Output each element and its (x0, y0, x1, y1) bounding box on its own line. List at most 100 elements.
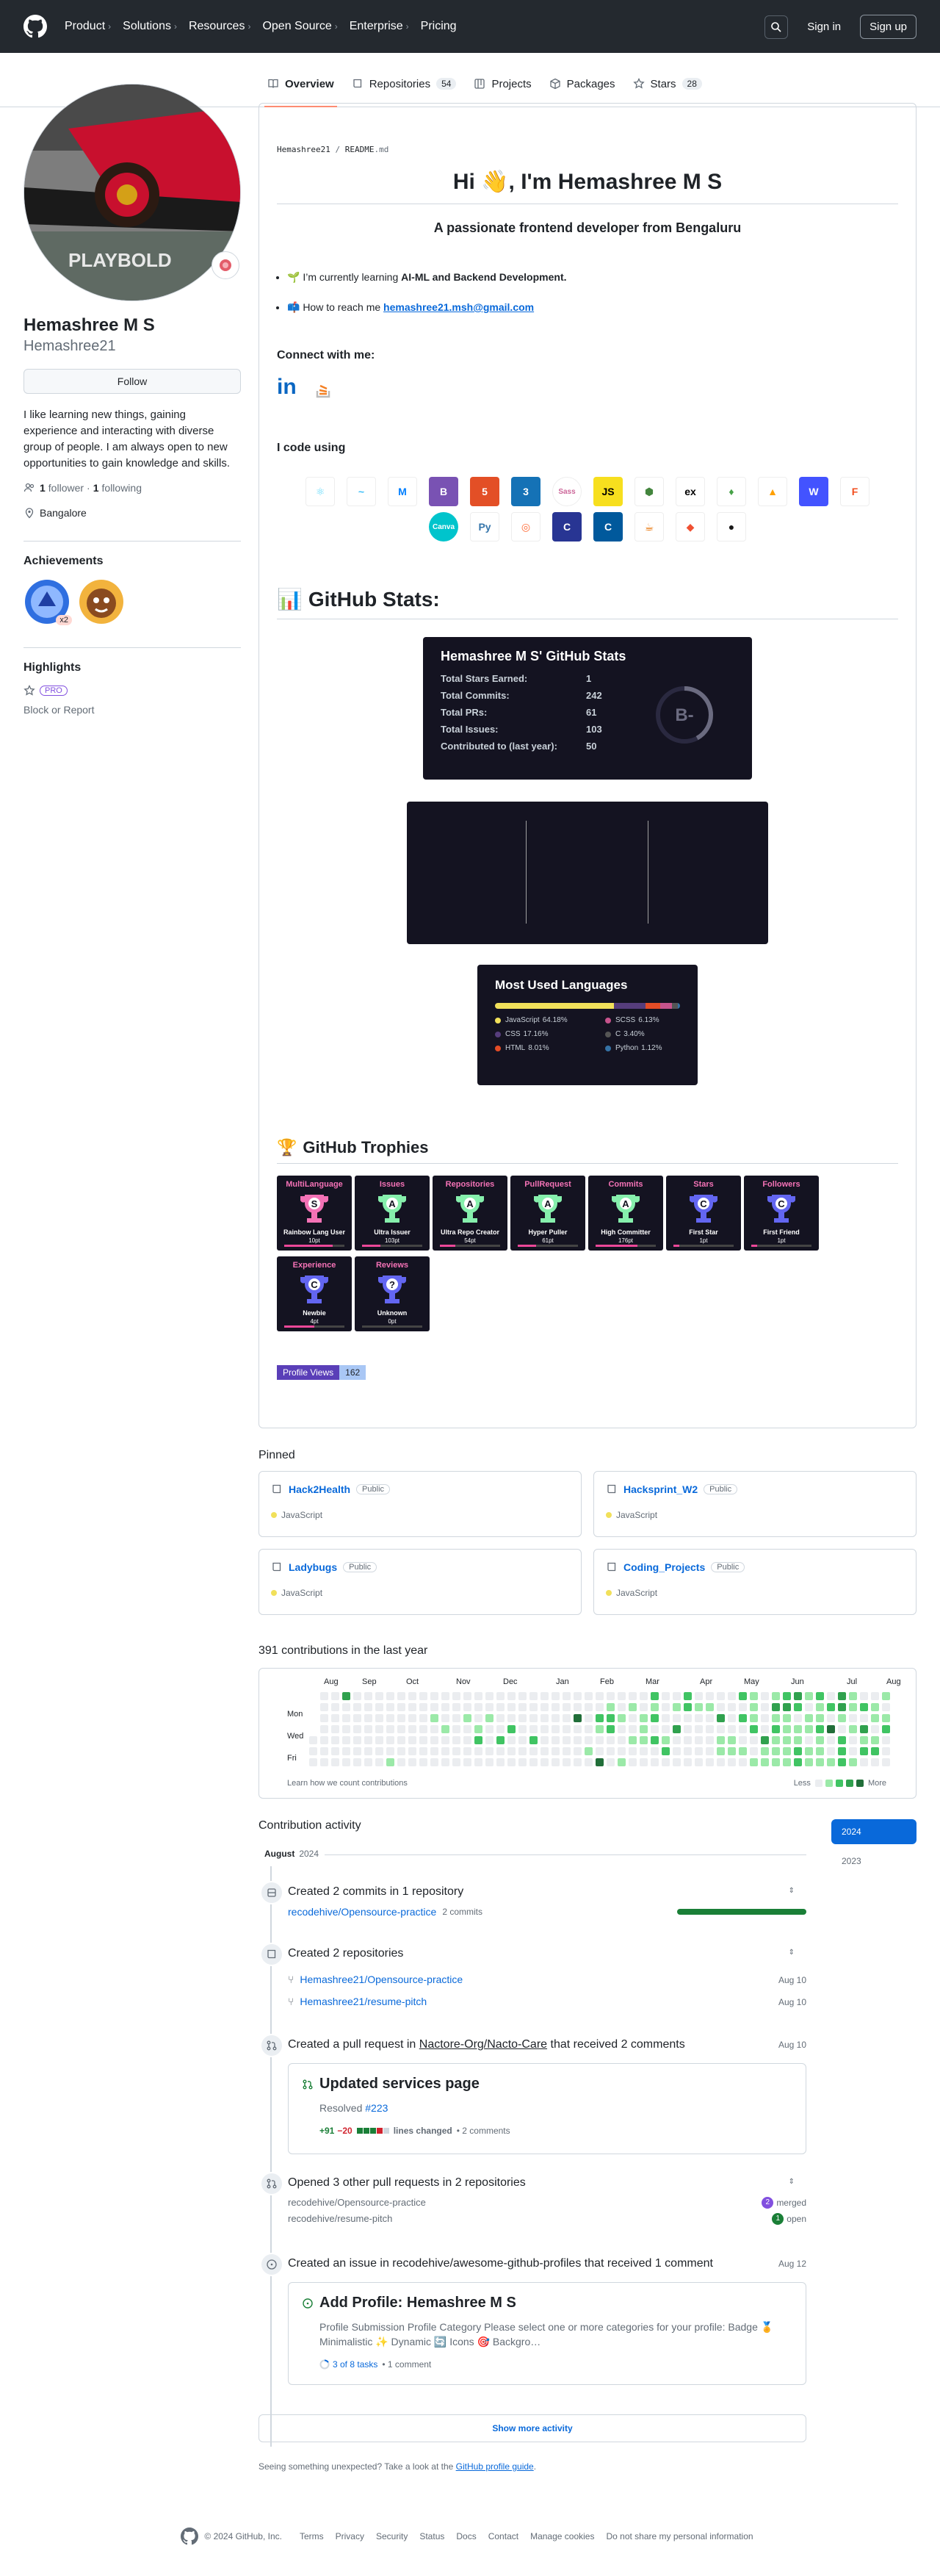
contribution-day-cell[interactable] (518, 1747, 527, 1755)
contribution-day-cell[interactable] (849, 1747, 857, 1755)
contribution-day-cell[interactable] (684, 1714, 692, 1722)
contribution-day-cell[interactable] (563, 1747, 571, 1755)
contribution-day-cell[interactable] (673, 1758, 681, 1766)
contribution-day-cell[interactable] (794, 1758, 802, 1766)
contribution-day-cell[interactable] (871, 1692, 879, 1700)
contribution-day-cell[interactable] (474, 1703, 482, 1711)
contribution-day-cell[interactable] (375, 1703, 383, 1711)
contribution-day-cell[interactable] (320, 1714, 328, 1722)
contribution-day-cell[interactable] (794, 1703, 802, 1711)
contribution-day-cell[interactable] (618, 1703, 626, 1711)
pinned-repo-link[interactable]: Hack2Health (289, 1483, 350, 1495)
contribution-day-cell[interactable] (860, 1703, 868, 1711)
contribution-day-cell[interactable] (772, 1725, 780, 1733)
tab-repositories[interactable]: Repositories 54 (343, 72, 466, 96)
contribution-day-cell[interactable] (441, 1714, 449, 1722)
contribution-day-cell[interactable] (882, 1703, 890, 1711)
contribution-day-cell[interactable] (684, 1703, 692, 1711)
contribution-day-cell[interactable] (408, 1758, 416, 1766)
contribution-day-cell[interactable] (408, 1736, 416, 1744)
contribution-day-cell[interactable] (320, 1736, 328, 1744)
contribution-day-cell[interactable] (618, 1725, 626, 1733)
contribution-day-cell[interactable] (651, 1747, 659, 1755)
contribution-day-cell[interactable] (540, 1747, 549, 1755)
search-button[interactable] (764, 15, 789, 39)
contribution-day-cell[interactable] (320, 1703, 328, 1711)
tab-stars[interactable]: Stars 28 (624, 72, 711, 96)
trophy-card[interactable]: Followers C First Friend 1pt (744, 1176, 819, 1251)
year-2024-button[interactable]: 2024 (831, 1819, 916, 1844)
contribution-day-cell[interactable] (871, 1703, 879, 1711)
contribution-day-cell[interactable] (386, 1703, 394, 1711)
contribution-day-cell[interactable] (783, 1725, 791, 1733)
contribution-day-cell[interactable] (618, 1736, 626, 1744)
contribution-day-cell[interactable] (419, 1758, 427, 1766)
contribution-day-cell[interactable] (761, 1736, 769, 1744)
contribution-day-cell[interactable] (882, 1736, 890, 1744)
contribution-day-cell[interactable] (739, 1703, 747, 1711)
contribution-day-cell[interactable] (607, 1692, 615, 1700)
contribution-day-cell[interactable] (640, 1758, 648, 1766)
contribution-day-cell[interactable] (662, 1725, 670, 1733)
contribution-day-cell[interactable] (717, 1725, 725, 1733)
contribution-day-cell[interactable] (607, 1747, 615, 1755)
contribution-day-cell[interactable] (794, 1692, 802, 1700)
contribution-day-cell[interactable] (717, 1758, 725, 1766)
contribution-day-cell[interactable] (794, 1714, 802, 1722)
trophy-card[interactable]: Stars C First Star 1pt (666, 1176, 741, 1251)
contribution-day-cell[interactable] (816, 1703, 824, 1711)
contribution-day-cell[interactable] (827, 1692, 835, 1700)
contribution-day-cell[interactable] (386, 1736, 394, 1744)
contribution-day-cell[interactable] (816, 1725, 824, 1733)
trophy-card[interactable]: PullRequest A Hyper Puller 61pt (510, 1176, 585, 1251)
footer-cookies-link[interactable]: Manage cookies (530, 2531, 594, 2541)
tab-projects[interactable]: Projects (465, 72, 540, 96)
contribution-day-cell[interactable] (331, 1747, 339, 1755)
tab-packages[interactable]: Packages (540, 72, 624, 96)
contribution-day-cell[interactable] (805, 1736, 813, 1744)
contribution-day-cell[interactable] (783, 1703, 791, 1711)
contribution-day-cell[interactable] (662, 1714, 670, 1722)
contribution-day-cell[interactable] (794, 1725, 802, 1733)
contribution-day-cell[interactable] (882, 1714, 890, 1722)
contribution-day-cell[interactable] (474, 1758, 482, 1766)
contribution-day-cell[interactable] (827, 1725, 835, 1733)
trophy-card[interactable]: Repositories A Ultra Repo Creator 54pt (433, 1176, 507, 1251)
contribution-day-cell[interactable] (783, 1714, 791, 1722)
contribution-day-cell[interactable] (563, 1714, 571, 1722)
contribution-day-cell[interactable] (706, 1758, 714, 1766)
contribution-day-cell[interactable] (507, 1725, 516, 1733)
contribution-day-cell[interactable] (364, 1736, 372, 1744)
contribution-day-cell[interactable] (728, 1725, 736, 1733)
contribution-day-cell[interactable] (596, 1747, 604, 1755)
contribution-day-cell[interactable] (364, 1692, 372, 1700)
pr-repo-link[interactable]: Nactore-Org/Nacto-Care (419, 2038, 547, 2051)
created-repo-link[interactable]: Hemashree21/resume-pitch (300, 1996, 427, 2007)
contribution-day-cell[interactable] (816, 1714, 824, 1722)
contribution-day-cell[interactable] (695, 1736, 703, 1744)
contribution-day-cell[interactable] (772, 1714, 780, 1722)
sign-in-link[interactable]: Sign in (807, 21, 841, 33)
contribution-day-cell[interactable] (342, 1725, 350, 1733)
contribution-day-cell[interactable] (761, 1692, 769, 1700)
contribution-day-cell[interactable] (640, 1736, 648, 1744)
contribution-day-cell[interactable] (585, 1747, 593, 1755)
contribution-day-cell[interactable] (739, 1747, 747, 1755)
contribution-day-cell[interactable] (529, 1758, 538, 1766)
contribution-day-cell[interactable] (695, 1747, 703, 1755)
issue-title-link[interactable]: Add Profile: Hemashree M S (319, 2295, 516, 2311)
contribution-day-cell[interactable] (651, 1692, 659, 1700)
footer-terms-link[interactable]: Terms (300, 2531, 324, 2541)
contribution-day-cell[interactable] (596, 1736, 604, 1744)
contribution-day-cell[interactable] (684, 1758, 692, 1766)
contribution-day-cell[interactable] (728, 1758, 736, 1766)
contribution-day-cell[interactable] (629, 1736, 637, 1744)
contribution-day-cell[interactable] (783, 1692, 791, 1700)
contribution-day-cell[interactable] (496, 1736, 505, 1744)
contribution-day-cell[interactable] (342, 1714, 350, 1722)
contribution-day-cell[interactable] (585, 1758, 593, 1766)
contribution-day-cell[interactable] (849, 1703, 857, 1711)
expand-toggle-icon[interactable]: ⇕ (789, 1949, 795, 1957)
contribution-day-cell[interactable] (452, 1703, 460, 1711)
contribution-day-cell[interactable] (419, 1692, 427, 1700)
